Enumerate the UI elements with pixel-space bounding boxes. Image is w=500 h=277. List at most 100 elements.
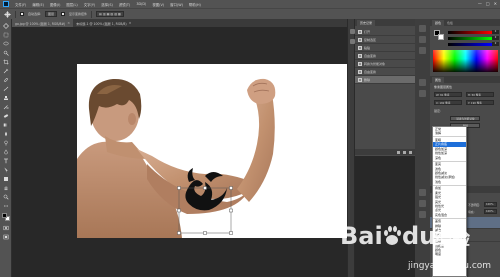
paw-icon bbox=[384, 226, 401, 245]
auto-select-dropdown[interactable]: 图层 bbox=[45, 11, 58, 17]
auto-select-checkbox[interactable] bbox=[20, 12, 24, 16]
history-item[interactable]: 复制选区 bbox=[355, 36, 415, 44]
opacity-value[interactable]: 100% bbox=[484, 202, 497, 207]
red-slider[interactable] bbox=[448, 31, 492, 34]
trash-icon[interactable] bbox=[409, 150, 412, 154]
menu-window[interactable]: 窗口(W) bbox=[170, 2, 183, 7]
menu-help[interactable]: 帮助(H) bbox=[189, 2, 201, 7]
height-field[interactable]: H: 50 像素 bbox=[466, 92, 494, 97]
marquee-tool-icon[interactable] bbox=[3, 32, 9, 38]
blend-mode-option[interactable]: 溶解 bbox=[433, 131, 466, 135]
menu-select[interactable]: 选择(S) bbox=[101, 2, 113, 7]
menu-filter[interactable]: 滤镜(T) bbox=[119, 2, 131, 7]
menu-image[interactable]: 图像(I) bbox=[50, 2, 60, 7]
menu-file[interactable]: 文件(F) bbox=[15, 2, 26, 7]
lasso-tool-icon[interactable] bbox=[3, 41, 9, 47]
properties-subtitle: 像素图层属性 bbox=[434, 85, 453, 89]
tab-swatches[interactable]: 色板 bbox=[444, 20, 457, 26]
move-tool-icon[interactable] bbox=[3, 23, 9, 29]
history-brush-tool-icon[interactable] bbox=[3, 104, 9, 110]
color-spectrum-bar[interactable] bbox=[433, 50, 498, 72]
crop-tool-icon[interactable] bbox=[3, 59, 9, 65]
screen-mode-icon[interactable] bbox=[3, 234, 9, 240]
blue-value[interactable]: 0 bbox=[492, 42, 499, 46]
blend-mode-option[interactable]: 浅色 bbox=[433, 180, 466, 184]
new-snapshot-icon[interactable] bbox=[397, 150, 400, 154]
menu-3d[interactable]: 3D(D) bbox=[136, 2, 146, 6]
tab-document-2[interactable]: 未标题-1 @ 100% (图层 1, RGB/8) × bbox=[73, 19, 134, 27]
quick-select-tool-icon[interactable] bbox=[3, 50, 9, 56]
styles-panel-icon[interactable] bbox=[419, 47, 426, 54]
history-panel-icon[interactable] bbox=[349, 29, 355, 34]
photoshop-logo-icon bbox=[3, 1, 9, 7]
dodge-tool-icon[interactable] bbox=[3, 140, 9, 146]
history-tab[interactable]: 历史记录 bbox=[357, 20, 376, 26]
properties-panel-header: 属性 bbox=[430, 76, 500, 83]
history-item[interactable]: 粘贴 bbox=[355, 44, 415, 52]
show-transform-checkbox[interactable] bbox=[61, 12, 66, 16]
tab-color[interactable]: 颜色 bbox=[432, 20, 445, 26]
channels-panel-icon[interactable] bbox=[419, 200, 426, 207]
green-slider[interactable] bbox=[448, 37, 492, 40]
camera-icon[interactable] bbox=[403, 150, 406, 154]
menu-view[interactable]: 视图(V) bbox=[152, 2, 164, 7]
history-item[interactable]: 转换为智能对象 bbox=[355, 60, 415, 68]
red-value[interactable]: 0 bbox=[492, 30, 499, 34]
window-controls: — □ ✕ bbox=[478, 1, 497, 6]
close-tab-icon[interactable]: × bbox=[129, 21, 132, 25]
color-panel-icon[interactable] bbox=[419, 25, 426, 32]
align-buttons[interactable]: ▤ ▥ ▦ ▧ ▨ ▩ bbox=[96, 11, 124, 17]
width-field[interactable]: W: 81 像素 bbox=[434, 92, 462, 97]
blend-mode-option[interactable]: 实色混合 bbox=[433, 213, 466, 217]
tab-properties[interactable]: 属性 bbox=[432, 77, 445, 83]
blend-mode-option[interactable]: 深色 bbox=[433, 156, 466, 160]
menu-edit[interactable]: 编辑(E) bbox=[32, 2, 44, 7]
separator bbox=[15, 10, 16, 18]
minimize-button[interactable]: — bbox=[478, 1, 482, 6]
menu-layer[interactable]: 图层(L) bbox=[66, 2, 77, 7]
convert-smart-object-button[interactable]: 转换为智能对象 bbox=[450, 116, 480, 121]
x-field[interactable]: X: 182 像素 bbox=[434, 100, 462, 105]
move-tool-icon[interactable] bbox=[4, 10, 11, 18]
menu-type[interactable]: 文字(Y) bbox=[84, 2, 96, 7]
actions-panel-icon[interactable] bbox=[349, 39, 355, 44]
history-item[interactable]: 自由变换 bbox=[355, 52, 415, 60]
lock-label: 锁定: bbox=[434, 109, 442, 113]
foreground-color-swatch[interactable] bbox=[2, 213, 7, 218]
history-item[interactable]: 打开 bbox=[355, 28, 415, 36]
properties-panel-icon[interactable] bbox=[419, 79, 426, 86]
eyedropper-tool-icon[interactable] bbox=[3, 68, 9, 74]
close-tab-icon[interactable]: × bbox=[67, 21, 70, 25]
y-field[interactable]: Y: 190 像素 bbox=[466, 100, 494, 105]
fill-value[interactable]: 100% bbox=[484, 209, 497, 214]
paths-panel-icon[interactable] bbox=[419, 211, 426, 218]
healing-brush-tool-icon[interactable] bbox=[3, 77, 9, 83]
pen-tool-icon[interactable] bbox=[3, 149, 9, 155]
step-icon bbox=[358, 37, 362, 42]
clone-stamp-tool-icon[interactable] bbox=[3, 95, 9, 101]
brush-tool-icon[interactable] bbox=[3, 86, 9, 92]
quick-mask-icon[interactable] bbox=[3, 225, 9, 231]
green-value[interactable]: 0 bbox=[492, 36, 499, 40]
eraser-tool-icon[interactable] bbox=[3, 113, 9, 119]
background-color-swatch[interactable] bbox=[438, 34, 444, 40]
shape-tool-icon[interactable] bbox=[3, 176, 9, 182]
layers-panel-icon[interactable] bbox=[419, 189, 426, 196]
hand-tool-icon[interactable] bbox=[3, 185, 9, 191]
watermark-url: jingyan.baidu.com bbox=[408, 261, 492, 271]
close-button[interactable]: ✕ bbox=[494, 1, 497, 6]
tab-document-1[interactable]: go.jpg @ 100% (图层 1, RGB/8#) × bbox=[12, 19, 74, 27]
path-select-tool-icon[interactable] bbox=[3, 167, 9, 173]
canvas[interactable] bbox=[77, 64, 347, 238]
maximize-button[interactable]: □ bbox=[486, 1, 490, 6]
swatches-panel-icon[interactable] bbox=[419, 36, 426, 43]
blur-tool-icon[interactable] bbox=[3, 131, 9, 137]
history-item-selected[interactable]: 删除 bbox=[355, 76, 415, 84]
zoom-tool-icon[interactable] bbox=[3, 194, 9, 200]
blue-slider[interactable] bbox=[448, 43, 492, 46]
more-tools-icon[interactable] bbox=[3, 203, 9, 209]
gradient-tool-icon[interactable] bbox=[3, 122, 9, 128]
history-item[interactable]: 自由变换 bbox=[355, 68, 415, 76]
type-tool-icon[interactable] bbox=[3, 158, 9, 164]
adjustments-panel-icon[interactable] bbox=[419, 90, 426, 97]
